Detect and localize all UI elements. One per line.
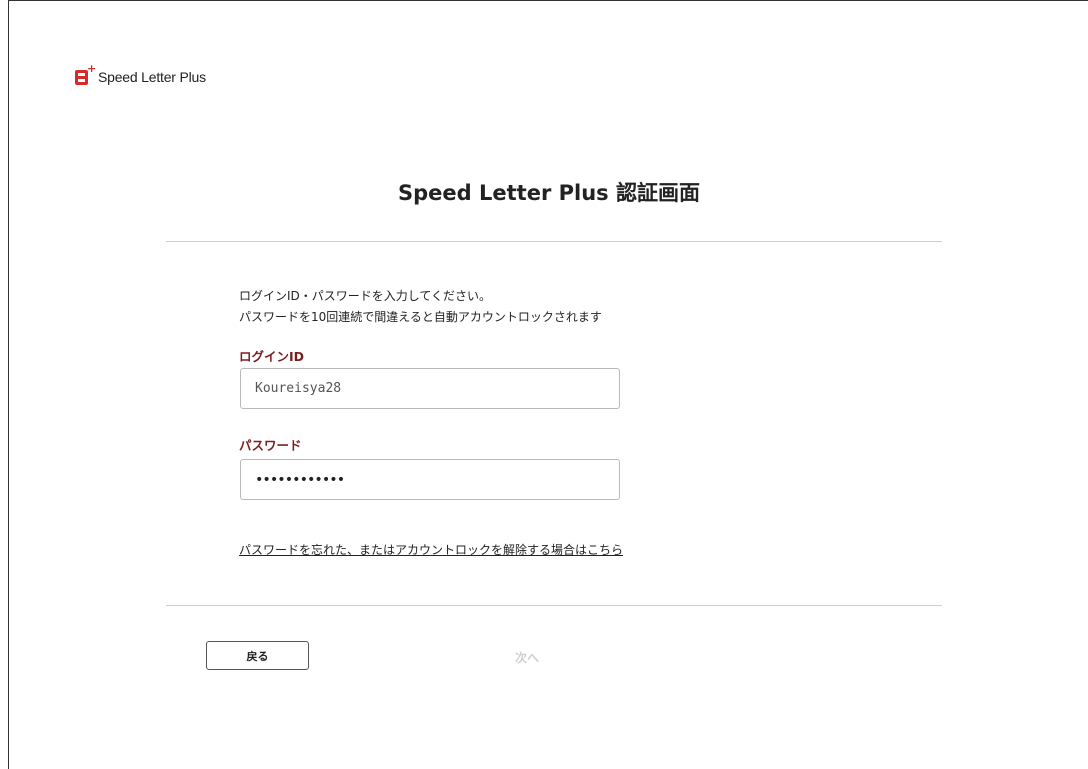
next-button[interactable]: 次へ	[515, 649, 539, 666]
forgot-password-link[interactable]: パスワードを忘れた、またはアカウントロックを解除する場合はこちら	[239, 541, 623, 558]
password-visibility-toggle[interactable]	[588, 459, 620, 500]
page-frame: + Speed Letter Plus Speed Letter Plus 認証…	[8, 0, 1088, 769]
divider-bottom	[166, 605, 942, 606]
page-title: Speed Letter Plus 認証画面	[398, 181, 700, 205]
brand-logo: + Speed Letter Plus	[75, 63, 206, 86]
brand-logo-icon: +	[75, 63, 96, 86]
instructions: ログインID・パスワードを入力してください。 パスワードを10回連続で間違えると…	[239, 286, 602, 328]
login-id-value: Koureisya28	[255, 381, 342, 396]
instruction-line-1: ログインID・パスワードを入力してください。	[239, 289, 492, 303]
login-id-label: ログインID	[239, 349, 305, 364]
instruction-line-2: パスワードを10回連続で間違えると自動アカウントロックされます	[239, 310, 602, 324]
brand-name: Speed Letter Plus	[98, 68, 206, 85]
back-button[interactable]: 戻る	[206, 641, 309, 670]
password-label: パスワード	[239, 438, 302, 453]
password-input[interactable]: ••••••••••••	[240, 459, 588, 500]
password-value: ••••••••••••	[255, 471, 345, 488]
divider-top	[166, 241, 942, 242]
login-id-input[interactable]: Koureisya28	[240, 368, 620, 409]
